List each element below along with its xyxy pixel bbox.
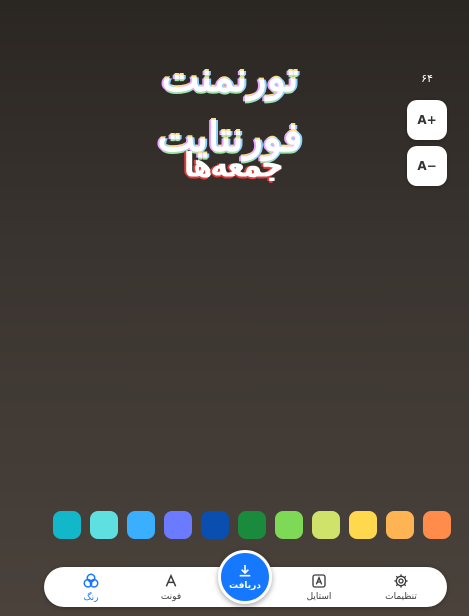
nav-settings[interactable]: تنظیمات: [371, 567, 431, 607]
editor-screen: تورنمنت فورنتایت جمعه‌ها ۶۴ A+ A− تنظیما…: [0, 0, 469, 616]
font-a-icon: [163, 573, 179, 589]
increase-size-button[interactable]: A+: [407, 100, 447, 140]
color-swatch[interactable]: [238, 511, 266, 539]
color-swatch[interactable]: [275, 511, 303, 539]
nav-color-label: رنگ: [83, 592, 99, 603]
color-swatch[interactable]: [349, 511, 377, 539]
decrease-size-button[interactable]: A−: [407, 146, 447, 186]
color-swatch[interactable]: [53, 511, 81, 539]
color-swatch[interactable]: [90, 511, 118, 539]
download-label: دریافت: [229, 581, 261, 591]
nav-settings-label: تنظیمات: [385, 591, 417, 602]
color-swatch-row: [0, 509, 469, 541]
canvas-subtitle-text[interactable]: جمعه‌ها: [175, 140, 290, 190]
download-button[interactable]: دریافت: [218, 550, 272, 604]
nav-font-label: فونت: [160, 591, 182, 602]
nav-font[interactable]: فونت: [141, 567, 201, 607]
canvas-title-text[interactable]: تورنمنت فورنتایت: [95, 48, 365, 161]
gear-icon: [393, 573, 409, 589]
color-swatch[interactable]: [386, 511, 414, 539]
color-swatch[interactable]: [164, 511, 192, 539]
color-swatch[interactable]: [312, 511, 340, 539]
color-swatch[interactable]: [423, 511, 451, 539]
color-circles-icon: [82, 572, 100, 590]
text-style-icon: [311, 573, 327, 589]
color-swatch[interactable]: [127, 511, 155, 539]
download-icon: [237, 563, 253, 579]
font-size-readout: ۶۴: [421, 72, 433, 85]
color-swatch[interactable]: [201, 511, 229, 539]
nav-style-label: استایل: [306, 591, 332, 602]
nav-color[interactable]: رنگ: [61, 567, 121, 607]
nav-style[interactable]: استایل: [289, 567, 349, 607]
